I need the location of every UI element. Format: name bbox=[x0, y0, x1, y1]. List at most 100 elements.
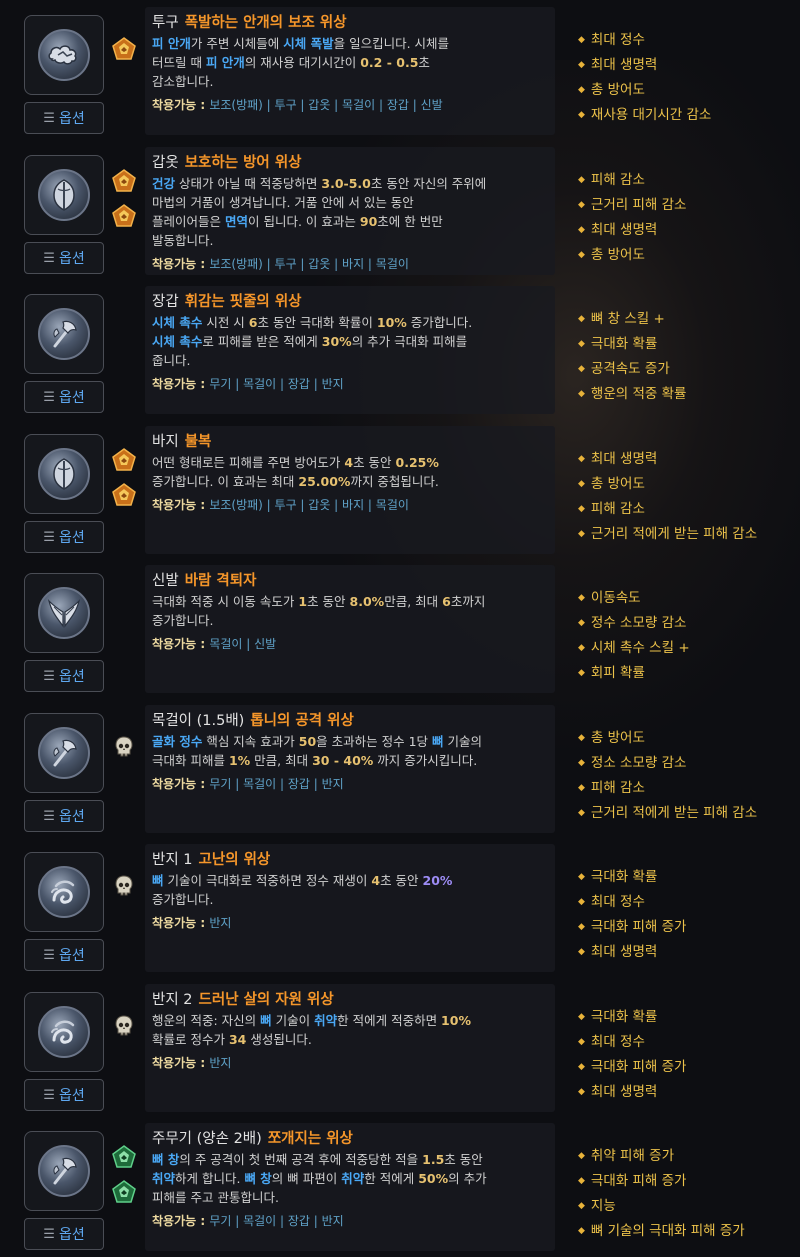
text: 피해를 주고 관통합니다. bbox=[152, 1190, 279, 1205]
stat-label: 극대화 피해 증가 bbox=[590, 1173, 687, 1189]
text: 증가합니다. 이 효과는 최대 bbox=[152, 474, 299, 489]
equip-slots: 착용가능 : 반지 bbox=[152, 914, 547, 932]
options-button[interactable]: ☰ 옵션 bbox=[24, 1079, 104, 1111]
bullet-icon: ◆ bbox=[578, 175, 585, 185]
stat-label: 최대 생명력 bbox=[590, 1084, 658, 1100]
text: 초 동안 bbox=[307, 594, 350, 609]
stat-label: 피해 감소 bbox=[590, 780, 645, 796]
stat-item: ◆ 극대화 확률 bbox=[578, 333, 793, 358]
aspect-description: 어떤 형태로든 피해를 주면 방어도가 4초 동안 0.25% 증가합니다. 이 … bbox=[152, 453, 547, 491]
description-line: 시체 촉수로 피해를 받은 적에게 30%의 추가 극대화 피해를 bbox=[152, 332, 547, 351]
aspect-icon-frame[interactable] bbox=[24, 15, 104, 95]
bullet-icon: ◆ bbox=[578, 314, 585, 324]
stat-item: ◆ 최대 생명력 bbox=[578, 54, 793, 79]
gold-pentagon-icon bbox=[112, 37, 136, 61]
equip-values: 무기 | 목걸이 | 장갑 | 반지 bbox=[209, 777, 344, 791]
bullet-icon: ◆ bbox=[578, 479, 585, 489]
keyword: 시체 촉수 bbox=[152, 334, 203, 349]
keyword: 골화 정수 bbox=[152, 734, 203, 749]
options-button[interactable]: ☰ 옵션 bbox=[24, 521, 104, 553]
aspect-icon-frame[interactable] bbox=[24, 294, 104, 374]
stat-item: ◆ 정수 소모량 감소 bbox=[578, 612, 793, 637]
text: 까지 중첩됩니다. bbox=[350, 474, 439, 489]
value: 50% bbox=[418, 1171, 449, 1186]
stat-item: ◆ 최대 정수 bbox=[578, 1031, 793, 1056]
stat-label: 피해 감소 bbox=[590, 501, 645, 517]
options-button[interactable]: ☰ 옵션 bbox=[24, 1218, 104, 1250]
stat-label: 극대화 확률 bbox=[590, 336, 658, 352]
list-icon: ☰ bbox=[43, 110, 55, 126]
list-icon: ☰ bbox=[43, 947, 55, 963]
options-button[interactable]: ☰ 옵션 bbox=[24, 242, 104, 274]
bullet-icon: ◆ bbox=[578, 1226, 585, 1236]
stat-label: 총 방어도 bbox=[590, 476, 645, 492]
equip-label: 착용가능 : bbox=[152, 637, 210, 651]
stat-item: ◆ 피해 감소 bbox=[578, 498, 793, 523]
options-button[interactable]: ☰ 옵션 bbox=[24, 381, 104, 413]
options-label: 옵션 bbox=[58, 1088, 85, 1104]
aspect-row: ☰ 옵션 주무기 (양손 2배) 쪼개지는 위상 뼈 창의 주 공격이 첫 번째 공격 … bbox=[0, 1123, 800, 1251]
slot-label: 목걸이 (1.5배) bbox=[152, 713, 245, 729]
bullet-icon: ◆ bbox=[578, 454, 585, 464]
value: 4 bbox=[344, 455, 354, 470]
list-icon: ☰ bbox=[43, 1087, 55, 1103]
aspect-icon-frame[interactable] bbox=[24, 1131, 104, 1211]
equip-values: 보조(방패) | 투구 | 갑옷 | 바지 | 목걸이 bbox=[209, 498, 409, 512]
options-button[interactable]: ☰ 옵션 bbox=[24, 800, 104, 832]
aspect-detail-panel: 반지 2 드러난 살의 자원 위상 행운의 적중: 자신의 뼈 기술이 취약한 적에… bbox=[145, 984, 555, 1112]
slot-label: 장갑 bbox=[152, 294, 179, 310]
bullet-icon: ◆ bbox=[578, 1087, 585, 1097]
bullet-icon: ◆ bbox=[578, 35, 585, 45]
gold-pentagon-icon bbox=[112, 204, 136, 228]
text: 의 재사용 대기시간이 bbox=[244, 55, 361, 70]
bullet-icon: ◆ bbox=[578, 60, 585, 70]
slot-label: 반지 1 bbox=[152, 852, 193, 868]
stat-item: ◆ 근거리 피해 감소 bbox=[578, 194, 793, 219]
aspect-icon-frame[interactable] bbox=[24, 852, 104, 932]
options-button[interactable]: ☰ 옵션 bbox=[24, 102, 104, 134]
bullet-icon: ◆ bbox=[578, 593, 585, 603]
aspect-name: 바람 격퇴자 bbox=[184, 573, 257, 589]
text: 행운의 적중: 자신의 bbox=[152, 1013, 261, 1028]
equip-slots: 착용가능 : 무기 | 목걸이 | 장갑 | 반지 bbox=[152, 1212, 547, 1230]
stat-item: ◆ 총 방어도 bbox=[578, 244, 793, 269]
aspect-title: 갑옷 보호하는 방어 위상 bbox=[152, 153, 547, 173]
text: 극대화 피해를 bbox=[152, 753, 229, 768]
text: 의 주 공격이 첫 번째 공격 후에 적중당한 적을 bbox=[179, 1152, 423, 1167]
description-line: 골화 정수 핵심 지속 효과가 50을 초과하는 정수 1당 뼈 기술의 bbox=[152, 732, 547, 751]
aspect-icon-frame[interactable] bbox=[24, 713, 104, 793]
stat-item: ◆ 지능 bbox=[578, 1195, 793, 1220]
text: 초에 한 번만 bbox=[377, 214, 443, 229]
axe-icon bbox=[38, 308, 90, 360]
stat-label: 취약 피해 증가 bbox=[590, 1148, 675, 1164]
stat-item: ◆ 뼈 기술의 극대화 피해 증가 bbox=[578, 1220, 793, 1245]
text: 감소합니다. bbox=[152, 74, 214, 89]
aspect-icon-frame[interactable] bbox=[24, 155, 104, 235]
aspect-icon-frame[interactable] bbox=[24, 573, 104, 653]
aspect-icon-frame[interactable] bbox=[24, 434, 104, 514]
equip-slots: 착용가능 : 보조(방패) | 투구 | 갑옷 | 바지 | 목걸이 bbox=[152, 496, 547, 514]
text: 을 초과하는 정수 1당 bbox=[316, 734, 433, 749]
options-button[interactable]: ☰ 옵션 bbox=[24, 939, 104, 971]
bullet-icon: ◆ bbox=[578, 808, 585, 818]
bullet-icon: ◆ bbox=[578, 668, 585, 678]
options-label: 옵션 bbox=[58, 948, 85, 964]
text: 터뜨릴 때 bbox=[152, 55, 206, 70]
text: 의 추가 bbox=[448, 1171, 487, 1186]
green-pentagon-icon bbox=[112, 1145, 136, 1169]
aspect-row: ☰ 옵션 목걸이 (1.5배) 톱니의 공격 위상 골화 정수 핵심 지속 효과가 50… bbox=[0, 705, 800, 833]
stat-item: ◆ 뼈 창 스킬 + bbox=[578, 308, 793, 333]
stat-label: 피해 감소 bbox=[590, 172, 645, 188]
text: 줍니다. bbox=[152, 353, 191, 368]
stat-label: 극대화 피해 증가 bbox=[590, 919, 687, 935]
bullet-icon: ◆ bbox=[578, 758, 585, 768]
stat-list: ◆ 취약 피해 증가 ◆ 극대화 피해 증가 ◆ 지능 ◆ 뼈 기술의 극대화 피해 증가 bbox=[578, 1145, 793, 1245]
stat-item: ◆ 공격속도 증가 bbox=[578, 358, 793, 383]
equip-values: 보조(방패) | 투구 | 갑옷 | 목걸이 | 장갑 | 신발 bbox=[209, 98, 443, 112]
options-button[interactable]: ☰ 옵션 bbox=[24, 660, 104, 692]
stat-item: ◆ 피해 감소 bbox=[578, 777, 793, 802]
stat-label: 행운의 적중 확률 bbox=[590, 386, 687, 402]
skull-icon bbox=[112, 735, 136, 759]
aspect-icon-frame[interactable] bbox=[24, 992, 104, 1072]
stat-label: 지능 bbox=[590, 1198, 616, 1214]
